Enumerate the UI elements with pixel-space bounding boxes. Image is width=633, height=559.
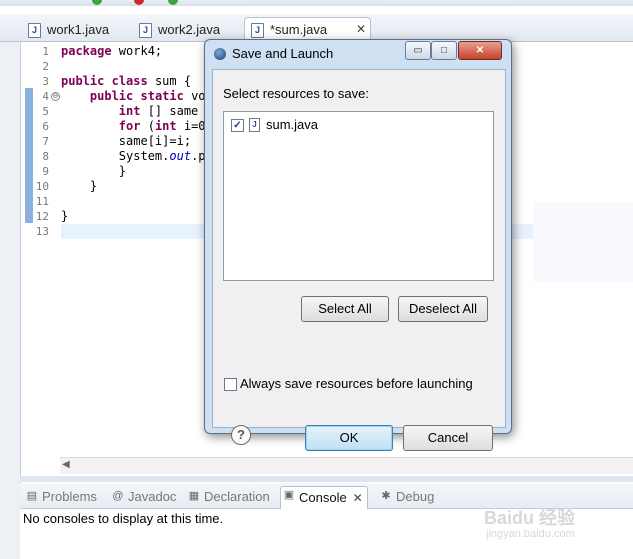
line-number: 4: [42, 90, 49, 103]
line-number: 7: [42, 135, 49, 148]
change-marker: [25, 208, 33, 223]
code-line: package work4;: [61, 44, 163, 58]
tab-work1[interactable]: J work1.java: [22, 18, 137, 41]
problems-icon: ▤: [26, 490, 38, 502]
always-save-checkbox[interactable]: [224, 378, 237, 391]
run-icon[interactable]: [92, 0, 102, 5]
always-save-option[interactable]: Always save resources before launching: [224, 376, 473, 392]
java-file-icon: J: [249, 118, 260, 132]
code-line: public class sum {: [61, 74, 192, 88]
editor-tab-bar: J work1.java J work2.java J *sum.java ✕: [0, 14, 633, 43]
code-line: int [] same: [118, 104, 199, 118]
at-icon: @: [112, 490, 124, 502]
close-icon[interactable]: ✕: [353, 487, 363, 509]
fold-icon[interactable]: ⊖: [51, 92, 60, 101]
tab-label: Console: [299, 490, 347, 505]
change-marker: [25, 88, 33, 208]
line-number: 8: [42, 150, 49, 163]
tab-label: Debug: [396, 489, 435, 504]
tab-label: Declaration: [204, 489, 270, 504]
dialog-body: Select resources to save: ✓ J sum.java S…: [212, 69, 506, 451]
tab-console[interactable]: ▣ Console ✕: [280, 486, 368, 509]
overview-ruler: [21, 42, 35, 457]
minimize-button[interactable]: ▭: [405, 41, 431, 60]
code-line: System.out.p: [61, 149, 206, 163]
declaration-icon: ▦: [188, 490, 200, 502]
console-icon: ▣: [283, 489, 295, 501]
list-item[interactable]: ✓ J sum.java: [230, 117, 318, 133]
dialog-title: Save and Launch: [232, 46, 334, 61]
code-line: for (int i=0: [118, 119, 206, 133]
line-number: 12: [35, 210, 49, 223]
watermark-logo: Baidu 经验: [484, 508, 576, 528]
resource-list[interactable]: ✓ J sum.java: [223, 111, 494, 281]
tab-problems[interactable]: ▤ Problems: [24, 488, 97, 506]
tab-declaration[interactable]: ▦ Declaration: [186, 488, 270, 506]
stop-icon[interactable]: [134, 0, 144, 5]
line-number: 6: [42, 120, 49, 133]
close-button[interactable]: ✕: [458, 41, 502, 60]
tab-work2[interactable]: J work2.java: [133, 18, 253, 41]
horizontal-scrollbar[interactable]: ◀: [60, 457, 633, 474]
tab-label: *sum.java: [270, 22, 328, 37]
resource-label: sum.java: [266, 117, 319, 132]
eclipse-icon: [214, 48, 226, 60]
scroll-left-icon[interactable]: ◀: [62, 459, 70, 470]
dialog-titlebar[interactable]: Save and Launch ▭ □ ✕: [205, 40, 511, 68]
ok-button[interactable]: OK: [305, 425, 393, 451]
dialog-prompt: Select resources to save:: [223, 86, 369, 101]
left-trim: [0, 14, 21, 559]
code-line: }: [61, 209, 69, 223]
select-all-button[interactable]: Select All: [301, 296, 389, 322]
tab-debug[interactable]: ✱ Debug: [378, 488, 434, 506]
maximize-button[interactable]: □: [431, 41, 457, 60]
line-number: 11: [35, 195, 49, 208]
cancel-button[interactable]: Cancel: [403, 425, 493, 451]
panel-separator: [20, 476, 633, 482]
line-number: 10: [35, 180, 49, 193]
java-file-icon: J: [28, 23, 41, 38]
code-line: }: [61, 179, 98, 193]
help-icon[interactable]: ?: [231, 425, 251, 445]
line-number: 1: [42, 45, 49, 58]
always-save-label: Always save resources before launching: [240, 376, 473, 391]
code-line: same[i]=i;: [61, 134, 192, 148]
deselect-all-button[interactable]: Deselect All: [398, 296, 488, 322]
line-number: 2: [42, 60, 49, 73]
java-file-icon: J: [139, 23, 152, 38]
line-number: 9: [42, 165, 49, 178]
tab-label: Javadoc: [128, 489, 177, 504]
java-file-icon: J: [251, 23, 264, 38]
line-number: 3: [42, 75, 49, 88]
tab-javadoc[interactable]: @ Javadoc: [110, 488, 176, 506]
debug-icon: ✱: [381, 490, 391, 502]
toolbar-strip: [0, 0, 633, 6]
editor-background: [533, 202, 633, 282]
tab-label: work1.java: [47, 22, 110, 37]
code-line: }: [61, 164, 127, 178]
debug-run-icon[interactable]: [168, 0, 178, 5]
tab-label: Problems: [42, 489, 97, 504]
line-number: 13: [35, 225, 49, 238]
code-line: public static vo: [89, 89, 206, 103]
resource-checkbox[interactable]: ✓: [231, 119, 244, 132]
tab-label: work2.java: [158, 22, 221, 37]
close-icon[interactable]: ✕: [356, 18, 366, 41]
line-number: 5: [42, 105, 49, 118]
watermark-url: jingyan.baidu.com: [486, 528, 575, 540]
save-and-launch-dialog: Save and Launch ▭ □ ✕ Select resources t…: [204, 39, 512, 451]
console-message: No consoles to display at this time.: [23, 511, 224, 526]
